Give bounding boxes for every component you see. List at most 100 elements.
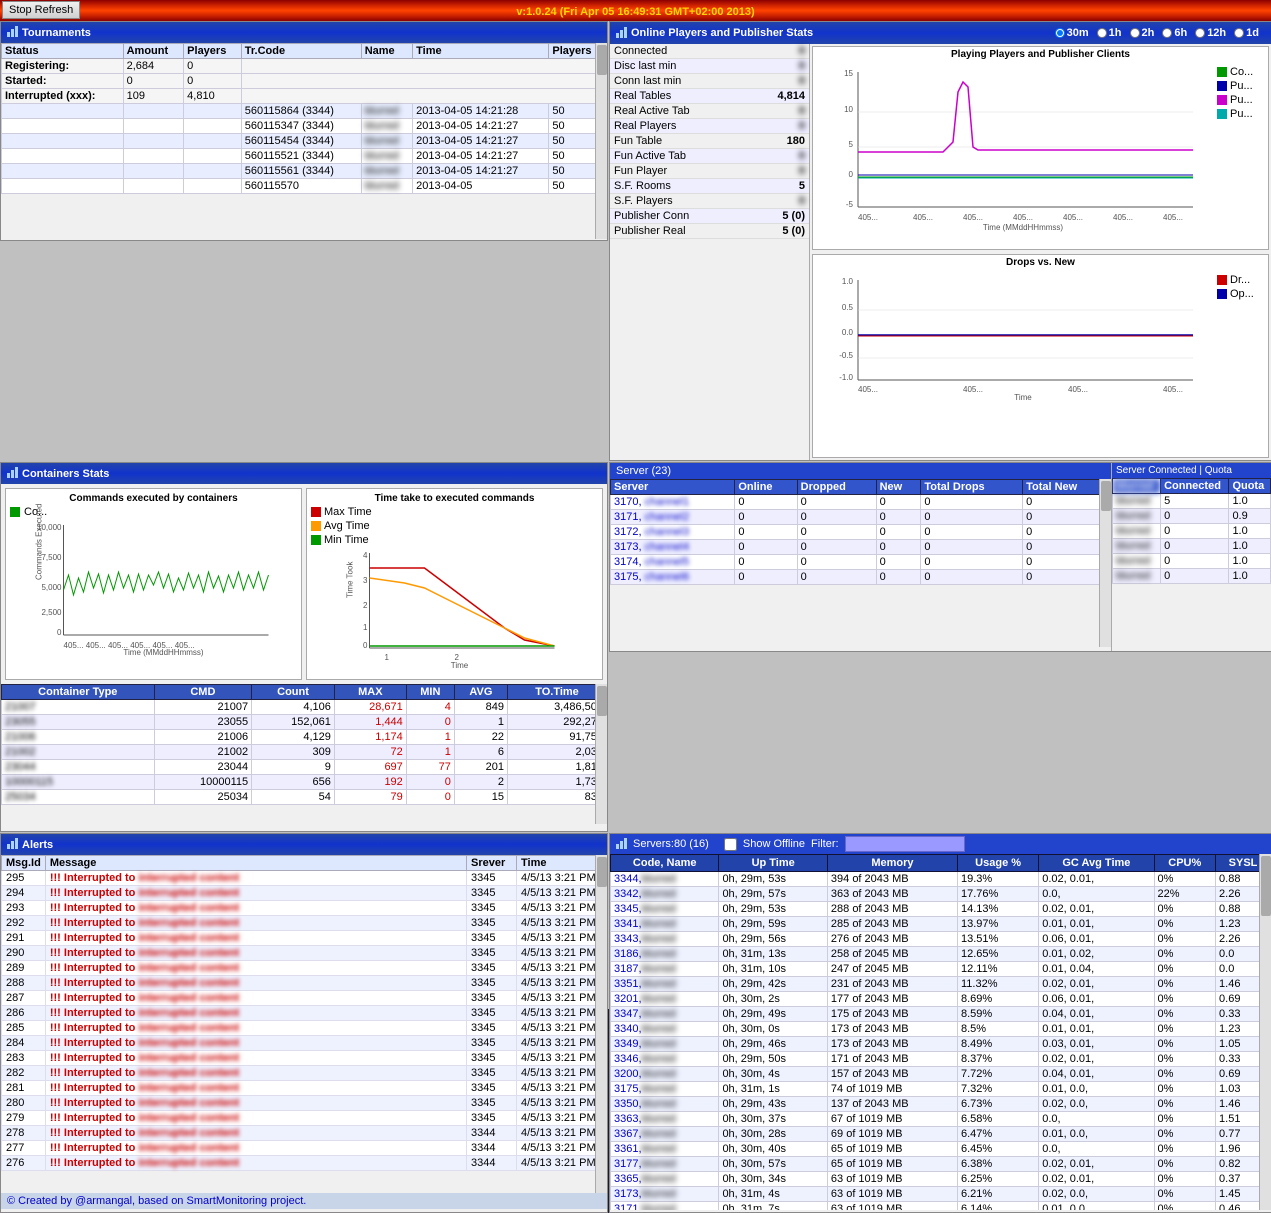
time-1d[interactable]: 1d bbox=[1234, 27, 1259, 39]
col-amount: Amount bbox=[123, 44, 184, 59]
tournaments-scrollbar[interactable] bbox=[595, 43, 607, 239]
server-code-link[interactable]: 3201, bbox=[614, 993, 642, 1005]
server-code-link[interactable]: 3343, bbox=[614, 933, 642, 945]
server-code-link[interactable]: 3351, bbox=[614, 978, 642, 990]
time-1h[interactable]: 1h bbox=[1097, 27, 1122, 39]
online-bar-icon bbox=[616, 26, 627, 41]
server-main-row: 3177,blurred0h, 30m, 57s65 of 1019 MB6.3… bbox=[611, 1157, 1271, 1172]
server-main-row: 3346,blurred0h, 29m, 50s171 of 2043 MB8.… bbox=[611, 1052, 1271, 1067]
svg-text:405...: 405... bbox=[1163, 213, 1183, 222]
server-code-link[interactable]: 3365, bbox=[614, 1173, 642, 1185]
alert-row: 294!!! Interrupted to interrupted conten… bbox=[2, 886, 607, 901]
server-code-link[interactable]: 3367, bbox=[614, 1128, 642, 1140]
servers-quota-table: blurred Connected Quota blurred51.0blurr… bbox=[1112, 478, 1271, 584]
server-code-link[interactable]: 3340, bbox=[614, 1023, 642, 1035]
servers-main-count bbox=[715, 838, 718, 850]
time-2h[interactable]: 2h bbox=[1130, 27, 1155, 39]
server-code-link[interactable]: 3341, bbox=[614, 918, 642, 930]
tournaments-title: Tournaments bbox=[22, 27, 91, 39]
time-6h[interactable]: 6h bbox=[1162, 27, 1187, 39]
server-top-row: 3170, channel100000 bbox=[611, 495, 1111, 510]
server-main-row: 3343,blurred0h, 29m, 56s276 of 2043 MB13… bbox=[611, 932, 1271, 947]
col-time: Time bbox=[413, 44, 549, 59]
server-quota-row: blurred01.0 bbox=[1113, 554, 1271, 569]
col-min: MIN bbox=[406, 685, 454, 700]
alert-row: 284!!! Interrupted to interrupted conten… bbox=[2, 1036, 607, 1051]
tournaments-table: Status Amount Players Tr.Code Name Time … bbox=[1, 43, 607, 194]
svg-text:1: 1 bbox=[385, 653, 390, 662]
servers-main-panel: Servers:80 (16) Show Offline Filter: Cod… bbox=[609, 833, 1271, 1213]
container-row: 21007210074,10628,67148493,486,504 bbox=[2, 700, 607, 715]
server-code-link[interactable]: 3363, bbox=[614, 1113, 642, 1125]
col-trcode: Tr.Code bbox=[241, 44, 361, 59]
tournament-status-row: Interrupted (xxx):1094,810 bbox=[2, 89, 607, 104]
time-30m[interactable]: 30m bbox=[1055, 27, 1089, 39]
col-max: MAX bbox=[334, 685, 406, 700]
server-code-link[interactable]: 3346, bbox=[614, 1053, 642, 1065]
stat-sf-players: S.F. Players 0 bbox=[610, 194, 809, 209]
top-bar: Stop Refresh v:1.0.24 (Fri Apr 05 16:49:… bbox=[0, 0, 1271, 21]
alert-row: 283!!! Interrupted to interrupted conten… bbox=[2, 1051, 607, 1066]
servers-top-title: Server (23) bbox=[616, 465, 671, 477]
server-code-link[interactable]: 3200, bbox=[614, 1068, 642, 1080]
server-code-link[interactable]: 3342, bbox=[614, 888, 642, 900]
server-code-link[interactable]: 3361, bbox=[614, 1143, 642, 1155]
server-code-link[interactable]: 3186, bbox=[614, 948, 642, 960]
svg-text:405...: 405... bbox=[858, 213, 878, 222]
col-cpu: CPU% bbox=[1154, 855, 1215, 872]
alert-row: 292!!! Interrupted to interrupted conten… bbox=[2, 916, 607, 931]
svg-text:2: 2 bbox=[363, 601, 368, 610]
server-code-link[interactable]: 3175, bbox=[614, 1083, 642, 1095]
alerts-panel: Alerts Msg.Id Message Srever Time 295!!!… bbox=[0, 833, 608, 1213]
container-row: 25034250345479015834 bbox=[2, 790, 607, 805]
filter-label: Filter: bbox=[811, 838, 839, 850]
svg-text:0: 0 bbox=[57, 628, 62, 637]
alert-row: 280!!! Interrupted to interrupted conten… bbox=[2, 1096, 607, 1111]
servers-main-scrollbar[interactable] bbox=[1259, 854, 1271, 1210]
chart2-title: Drops vs. New bbox=[813, 255, 1268, 270]
alerts-bar-icon bbox=[7, 837, 18, 852]
server-code-link[interactable]: 3350, bbox=[614, 1098, 642, 1110]
server-code-link[interactable]: 3173, bbox=[614, 1188, 642, 1200]
server-main-row: 3361,blurred0h, 30m, 40s65 of 1019 MB6.4… bbox=[611, 1142, 1271, 1157]
stat-fun-player: Fun Player 0 bbox=[610, 164, 809, 179]
legend-op: Op... bbox=[1217, 288, 1264, 300]
servers-top-scrollbar[interactable] bbox=[1099, 479, 1111, 647]
server-code-link[interactable]: 3344, bbox=[614, 873, 642, 885]
col-players-hdr: Players bbox=[184, 44, 242, 59]
filter-input[interactable] bbox=[845, 836, 965, 852]
server-code-link[interactable]: 3177, bbox=[614, 1158, 642, 1170]
time-12h[interactable]: 12h bbox=[1195, 27, 1226, 39]
server-code-link[interactable]: 3349, bbox=[614, 1038, 642, 1050]
server-main-row: 3345,blurred0h, 29m, 53s288 of 2043 MB14… bbox=[611, 902, 1271, 917]
svg-text:405...: 405... bbox=[1013, 213, 1033, 222]
alert-row: 288!!! Interrupted to interrupted conten… bbox=[2, 976, 607, 991]
server-code-link[interactable]: 3187, bbox=[614, 963, 642, 975]
svg-text:405...: 405... bbox=[1113, 213, 1133, 222]
containers-scrollbar[interactable] bbox=[595, 684, 607, 824]
server-code-link[interactable]: 3345, bbox=[614, 903, 642, 915]
server-main-row: 3365,blurred0h, 30m, 34s63 of 1019 MB6.2… bbox=[611, 1172, 1271, 1187]
alerts-scrollbar[interactable] bbox=[595, 855, 607, 1193]
server-main-row: 3349,blurred0h, 29m, 46s173 of 2043 MB8.… bbox=[611, 1037, 1271, 1052]
svg-text:Time (MMddHHmmss): Time (MMddHHmmss) bbox=[123, 648, 203, 657]
server-top-row: 3171, channel200000 bbox=[611, 510, 1111, 525]
server-code-link[interactable]: 3171, bbox=[614, 1203, 642, 1210]
version-title: v:1.0.24 (Fri Apr 05 16:49:31 GMT+02:00 … bbox=[516, 6, 754, 18]
time-chart-title: Time take to executed commands bbox=[311, 493, 598, 504]
stat-fun-active: Fun Active Tab 0 bbox=[610, 149, 809, 164]
alert-row: 293!!! Interrupted to interrupted conten… bbox=[2, 901, 607, 916]
stat-pub-real: Publisher Real 5 (0) bbox=[610, 224, 809, 239]
svg-text:405...: 405... bbox=[1063, 213, 1083, 222]
server-main-row: 3363,blurred0h, 30m, 37s67 of 1019 MB6.5… bbox=[611, 1112, 1271, 1127]
server-main-row: 3175,blurred0h, 31m, 1s74 of 1019 MB7.32… bbox=[611, 1082, 1271, 1097]
alert-row: 289!!! Interrupted to interrupted conten… bbox=[2, 961, 607, 976]
containers-bar-icon bbox=[7, 466, 18, 481]
main-grid: Tournaments Status Amount Players Tr.Cod… bbox=[0, 21, 1271, 1009]
show-offline-checkbox[interactable] bbox=[724, 838, 737, 851]
alert-row: 281!!! Interrupted to interrupted conten… bbox=[2, 1081, 607, 1096]
stop-refresh-button[interactable]: Stop Refresh bbox=[2, 1, 80, 19]
alert-row: 286!!! Interrupted to interrupted conten… bbox=[2, 1006, 607, 1021]
tournaments-bar-icon bbox=[7, 25, 18, 40]
svg-text:405...: 405... bbox=[913, 213, 933, 222]
